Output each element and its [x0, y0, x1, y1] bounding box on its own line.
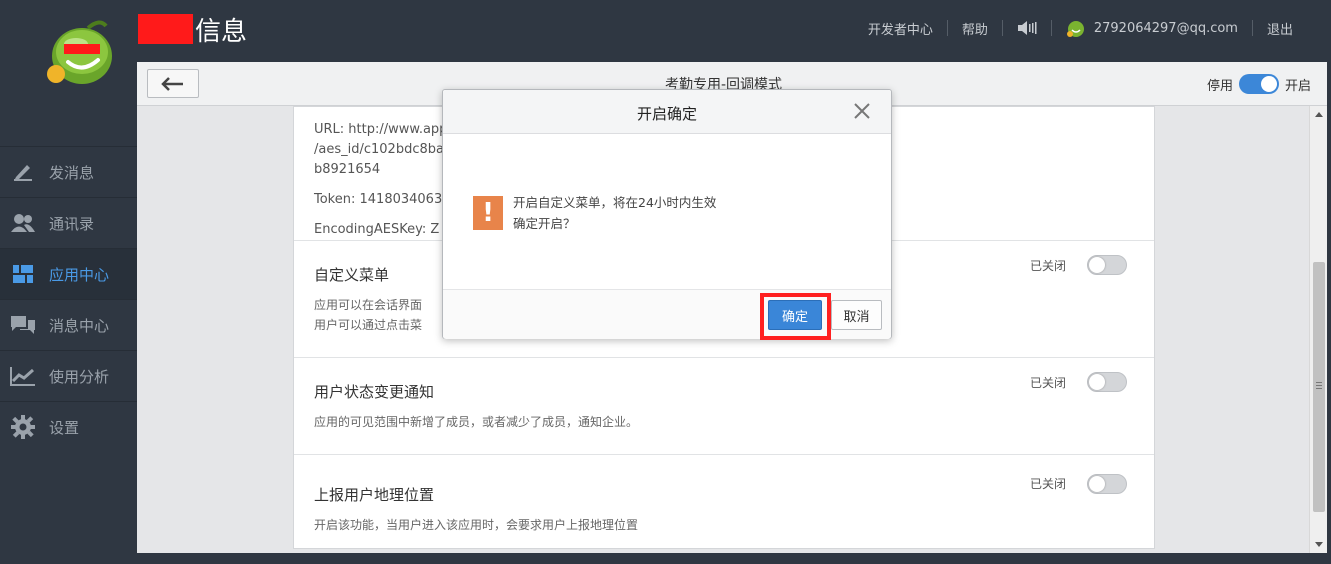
sidebar-item-contacts[interactable]: 通讯录 — [0, 197, 137, 248]
scrollbar-thumb[interactable] — [1313, 262, 1325, 512]
apps-icon — [10, 263, 36, 285]
brand: 信息 — [138, 12, 248, 47]
disable-label: 停用 — [1206, 78, 1233, 94]
section-title: 用户状态变更通知 — [314, 383, 435, 401]
section-title: 上报用户地理位置 — [314, 486, 435, 504]
confirm-dialog: 开启确定 ! 开启自定义菜单，将在24小时内生效 确定开启？ 确定 取消 — [442, 89, 892, 340]
sidebar-item-settings[interactable]: 设置 — [0, 401, 137, 452]
warning-icon: ! — [473, 196, 503, 230]
sidebar-item-label: 设置 — [49, 418, 80, 437]
description-line: 用户可以通过点击菜 — [314, 318, 423, 332]
dialog-footer: 确定 取消 — [443, 289, 891, 340]
logout-link[interactable]: 退出 — [1253, 19, 1307, 38]
contacts-icon — [10, 212, 36, 234]
sidebar-item-app-center[interactable]: 应用中心 — [0, 248, 137, 299]
sidebar-item-label: 发消息 — [49, 163, 95, 182]
sidebar-item-label: 通讯录 — [49, 214, 95, 233]
dialog-body: ! 开启自定义菜单，将在24小时内生效 确定开启？ — [443, 134, 891, 289]
chart-icon — [10, 365, 36, 387]
section-description: 应用可以在会话界面 用户可以通过点击菜 — [314, 295, 422, 335]
message-line: 开启自定义菜单，将在24小时内生效 — [513, 195, 717, 210]
section-title: 自定义菜单 — [314, 266, 390, 284]
status-text: 已关闭 — [1029, 259, 1066, 273]
location-toggle[interactable] — [1087, 474, 1127, 494]
arrow-left-icon — [161, 76, 183, 91]
grip-icon — [1316, 382, 1322, 383]
gear-icon — [10, 415, 36, 439]
top-bar: 信息 开发者中心 帮助 2792064297@qq.com 退出 — [0, 0, 1331, 84]
help-link[interactable]: 帮助 — [948, 19, 1002, 38]
top-nav: 开发者中心 帮助 2792064297@qq.com 退出 — [854, 18, 1307, 38]
section-description: 应用的可见范围中新增了成员，或者减少了成员，通知企业。 — [314, 415, 639, 429]
message-line: 确定开启？ — [513, 216, 576, 231]
developer-center-link[interactable]: 开发者中心 — [854, 19, 947, 38]
sidebar: 发消息 通讯录 应用中心 消息中心 使用分析 设置 — [0, 146, 137, 452]
account-email: 2792064297@qq.com — [1093, 20, 1238, 36]
status-text: 已关闭 — [1029, 376, 1066, 390]
sidebar-item-label: 使用分析 — [49, 367, 110, 386]
app-enable-toggle[interactable] — [1238, 74, 1279, 94]
messages-icon — [10, 314, 36, 336]
user-status-toggle[interactable] — [1087, 372, 1127, 392]
sidebar-item-message-center[interactable]: 消息中心 — [0, 299, 137, 350]
scroll-down-icon[interactable] — [1315, 542, 1323, 547]
url-prefix: URL: http://www.app — [314, 122, 448, 137]
cancel-button[interactable]: 取消 — [831, 300, 882, 330]
avatar-icon — [1066, 21, 1084, 37]
section-description: 开启该功能，当用户进入该应用时，会要求用户上报地理位置 — [314, 518, 639, 532]
status-text: 已关闭 — [1029, 477, 1066, 491]
brand-title: 信息 — [195, 16, 248, 47]
scroll-up-icon[interactable] — [1315, 112, 1323, 117]
sidebar-item-analytics[interactable]: 使用分析 — [0, 350, 137, 401]
redaction-block — [138, 14, 193, 44]
user-status-section: 用户状态变更通知 应用的可见范围中新增了成员，或者减少了成员，通知企业。 已关闭 — [294, 358, 1154, 455]
dialog-message: 开启自定义菜单，将在24小时内生效 确定开启？ — [513, 192, 716, 234]
back-button[interactable] — [147, 69, 199, 98]
description-line: 应用可以在会话界面 — [314, 298, 423, 312]
close-icon[interactable] — [853, 102, 871, 120]
speaker-icon — [1017, 21, 1037, 35]
url-line2: b8921654 — [314, 162, 381, 177]
dialog-header: 开启确定 — [443, 90, 891, 134]
enable-label: 开启 — [1284, 78, 1311, 94]
sound-button[interactable] — [1003, 20, 1051, 36]
account-menu[interactable]: 2792064297@qq.com — [1052, 18, 1252, 38]
confirm-button[interactable]: 确定 — [768, 300, 822, 330]
pen-icon — [10, 161, 36, 183]
app-status-switch: 停用 开启 — [1201, 74, 1317, 94]
logo-icon — [47, 20, 112, 84]
scrollbar[interactable] — [1309, 106, 1327, 553]
sidebar-item-send-message[interactable]: 发消息 — [0, 146, 137, 197]
location-section: 上报用户地理位置 开启该功能，当用户进入该应用时，会要求用户上报地理位置 已关闭 — [294, 455, 1154, 548]
custom-menu-toggle[interactable] — [1087, 255, 1127, 275]
dialog-title: 开启确定 — [636, 105, 697, 123]
sidebar-item-label: 消息中心 — [49, 316, 110, 335]
sidebar-item-label: 应用中心 — [49, 265, 110, 284]
